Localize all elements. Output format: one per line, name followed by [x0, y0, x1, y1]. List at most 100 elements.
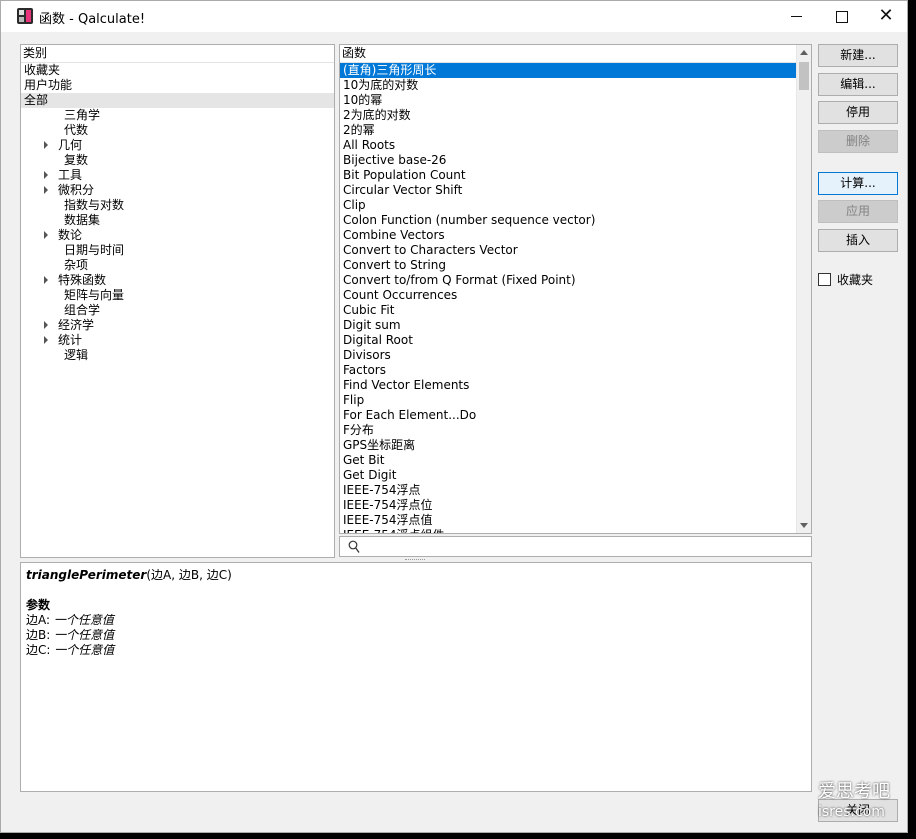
category-item[interactable]: 经济学 — [21, 318, 334, 333]
category-item[interactable]: 指数与对数 — [21, 198, 334, 213]
expand-arrow-icon[interactable] — [44, 275, 48, 284]
function-list-pane[interactable]: 函数 (直角)三角形周长 10为底的对数 10的幂 2为底的对数 2的幂 All Root… — [339, 44, 812, 534]
scroll-down-icon[interactable] — [800, 523, 808, 528]
category-item-label: 杂项 — [64, 258, 89, 272]
function-item[interactable]: Convert to Characters Vector — [340, 243, 797, 258]
param-row: 边B: 一个任意值 — [26, 628, 806, 643]
function-item[interactable]: Bijective base-26 — [340, 153, 797, 168]
favorite-checkbox-label: 收藏夹 — [837, 273, 874, 287]
search-input[interactable] — [366, 538, 810, 557]
function-item[interactable]: Digit sum — [340, 318, 797, 333]
scroll-up-icon[interactable] — [800, 50, 808, 55]
category-header[interactable]: 类别 — [21, 45, 334, 63]
function-item[interactable]: Divisors — [340, 348, 797, 363]
favorite-checkbox-box[interactable] — [818, 273, 831, 286]
category-tree[interactable]: 类别 收藏夹 用户功能 全部 三角学 代数 几何 复数 工具 微积分 指数与对数 数据集 数论 日期与时… — [20, 44, 335, 558]
function-item[interactable]: 2为底的对数 — [340, 108, 797, 123]
category-item[interactable]: 几何 — [21, 138, 334, 153]
calculate-button[interactable]: 计算... — [818, 172, 898, 195]
category-item[interactable]: 逻辑 — [21, 348, 334, 363]
function-header[interactable]: 函数 — [340, 45, 811, 63]
function-item[interactable]: Get Digit — [340, 468, 797, 483]
function-item[interactable]: GPS坐标距离 — [340, 438, 797, 453]
category-item-label: 统计 — [58, 333, 83, 347]
category-item[interactable]: 统计 — [21, 333, 334, 348]
edit-button[interactable]: 编辑... — [818, 73, 898, 96]
deactivate-button[interactable]: 停用 — [818, 101, 898, 124]
expand-arrow-icon[interactable] — [44, 230, 48, 239]
category-item[interactable]: 用户功能 — [21, 78, 334, 93]
apply-button[interactable]: 应用 — [818, 200, 898, 223]
category-item[interactable]: 代数 — [21, 123, 334, 138]
category-item[interactable]: 杂项 — [21, 258, 334, 273]
search-icon — [348, 540, 360, 553]
category-item[interactable]: 微积分 — [21, 183, 334, 198]
function-item[interactable]: Cubic Fit — [340, 303, 797, 318]
function-item[interactable]: (直角)三角形周长 — [340, 63, 797, 78]
function-item[interactable]: Find Vector Elements — [340, 378, 797, 393]
function-item[interactable]: All Roots — [340, 138, 797, 153]
category-item-label: 矩阵与向量 — [64, 288, 125, 302]
category-item[interactable]: 数据集 — [21, 213, 334, 228]
title-bar[interactable]: 函数 - Qalculate! ✕ — [1, 1, 907, 32]
category-item[interactable]: 工具 — [21, 168, 334, 183]
expand-arrow-icon[interactable] — [44, 320, 48, 329]
category-item[interactable]: 日期与时间 — [21, 243, 334, 258]
category-item-label: 数据集 — [64, 213, 101, 227]
function-item[interactable]: Convert to String — [340, 258, 797, 273]
function-item[interactable]: For Each Element...Do — [340, 408, 797, 423]
function-item[interactable]: F分布 — [340, 423, 797, 438]
category-item[interactable]: 矩阵与向量 — [21, 288, 334, 303]
function-item[interactable]: Combine Vectors — [340, 228, 797, 243]
maximize-icon — [836, 10, 848, 23]
function-item[interactable]: 10的幂 — [340, 93, 797, 108]
function-item[interactable]: Factors — [340, 363, 797, 378]
function-item[interactable]: Flip — [340, 393, 797, 408]
expand-arrow-icon[interactable] — [44, 170, 48, 179]
category-item[interactable]: 组合学 — [21, 303, 334, 318]
function-item[interactable]: Convert to/from Q Format (Fixed Point) — [340, 273, 797, 288]
param-list: 边A: 一个任意值 边B: 一个任意值 边C: 一个任意值 — [26, 613, 806, 658]
function-item[interactable]: Colon Function (number sequence vector) — [340, 213, 797, 228]
expand-arrow-icon[interactable] — [44, 335, 48, 344]
function-item[interactable]: Get Bit — [340, 453, 797, 468]
category-item[interactable]: 三角学 — [21, 108, 334, 123]
expand-arrow-icon[interactable] — [44, 140, 48, 149]
function-item[interactable]: Bit Population Count — [340, 168, 797, 183]
function-item[interactable]: IEEE-754浮点值 — [340, 513, 797, 528]
function-args: (边A, 边B, 边C) — [146, 568, 232, 582]
window-title: 函数 - Qalculate! — [39, 12, 146, 27]
maximize-button[interactable] — [819, 1, 865, 32]
scroll-thumb[interactable] — [799, 62, 809, 90]
function-item[interactable]: Digital Root — [340, 333, 797, 348]
new-button[interactable]: 新建... — [818, 44, 898, 67]
function-item[interactable]: IEEE-754浮点组件 — [340, 528, 797, 533]
functions-window: 函数 - Qalculate! ✕ 类别 收藏夹 用户功能 全部 三角学 代数 几何 复数工… — [0, 0, 908, 833]
category-item[interactable]: 收藏夹 — [21, 63, 334, 78]
minimize-button[interactable] — [773, 1, 819, 32]
insert-button[interactable]: 插入 — [818, 229, 898, 252]
param-row: 边C: 一个任意值 — [26, 643, 806, 658]
qalculate-app-icon — [17, 8, 33, 24]
function-item[interactable]: IEEE-754浮点位 — [340, 498, 797, 513]
category-item[interactable]: 全部 — [21, 93, 334, 108]
function-item[interactable]: Circular Vector Shift — [340, 183, 797, 198]
expand-arrow-icon[interactable] — [44, 185, 48, 194]
function-item[interactable]: 2的幂 — [340, 123, 797, 138]
function-item[interactable]: Count Occurrences — [340, 288, 797, 303]
function-list-scrollbar[interactable] — [796, 45, 811, 533]
category-item-label: 三角学 — [64, 108, 101, 122]
category-item[interactable]: 数论 — [21, 228, 334, 243]
function-search[interactable] — [339, 536, 812, 557]
delete-button[interactable]: 删除 — [818, 130, 898, 153]
function-item[interactable]: Clip — [340, 198, 797, 213]
category-item-label: 经济学 — [58, 318, 95, 332]
param-description: 一个任意值 — [54, 628, 115, 642]
category-item[interactable]: 特殊函数 — [21, 273, 334, 288]
category-item[interactable]: 复数 — [21, 153, 334, 168]
category-item-label: 代数 — [64, 123, 89, 137]
function-list: (直角)三角形周长 10为底的对数 10的幂 2为底的对数 2的幂 All Roots Bi… — [340, 63, 797, 533]
close-window-button[interactable]: ✕ — [863, 1, 909, 32]
function-item[interactable]: 10为底的对数 — [340, 78, 797, 93]
function-item[interactable]: IEEE-754浮点 — [340, 483, 797, 498]
